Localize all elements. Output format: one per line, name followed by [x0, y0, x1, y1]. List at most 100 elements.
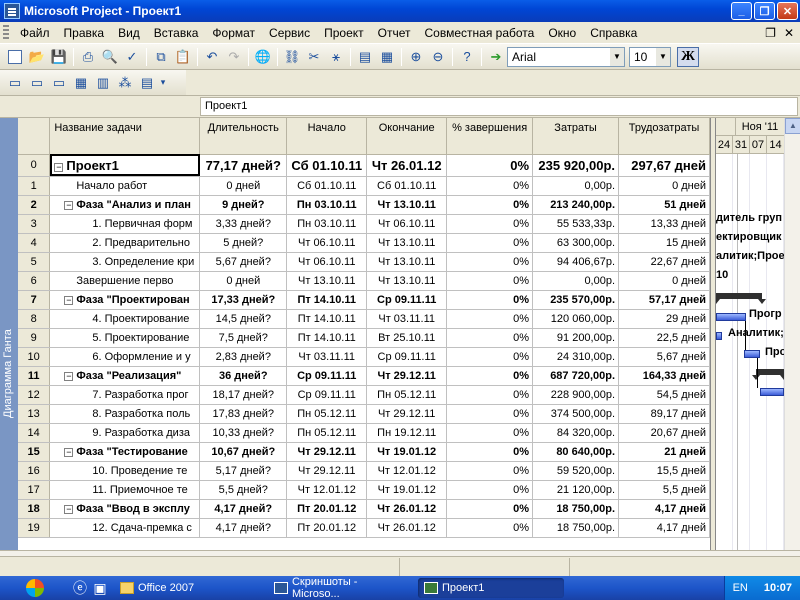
row-id-cell[interactable]: 0 [18, 154, 51, 177]
calendar-icon[interactable]: ▦ [70, 72, 92, 94]
start-cell[interactable]: Пт 20.01.12 [286, 499, 368, 519]
cost-cell[interactable]: 228 900,00р. [532, 385, 620, 405]
start-cell[interactable]: Чт 29.12.11 [286, 461, 368, 481]
work-cell[interactable]: 51 дней [618, 195, 710, 215]
restore-button[interactable]: ❐ [754, 2, 775, 20]
task-name-cell[interactable]: − Фаза "Проектирован [49, 290, 201, 310]
start-cell[interactable]: Пт 14.10.11 [286, 328, 368, 348]
zoom-in-icon[interactable]: ⊕ [405, 46, 427, 68]
row-id-cell[interactable]: 10 [18, 347, 51, 367]
duration-cell[interactable]: 2,83 дней? [199, 347, 288, 367]
duration-cell[interactable]: 4,17 дней? [199, 518, 288, 538]
task-name-cell[interactable]: 1. Первичная форм [49, 214, 201, 234]
work-cell[interactable]: 22,5 дней [618, 328, 710, 348]
collapse-toggle-icon[interactable]: − [54, 162, 64, 172]
start-cell[interactable]: Пн 05.12.11 [286, 404, 368, 424]
duration-cell[interactable]: 5,17 дней? [199, 461, 288, 481]
work-cell[interactable]: 164,33 дней [618, 366, 710, 386]
gantt-task-bar[interactable] [760, 388, 784, 396]
work-cell[interactable]: 20,67 дней [618, 423, 710, 443]
start-cell[interactable]: Ср 09.11.11 [286, 385, 368, 405]
duration-cell[interactable]: 36 дней? [199, 366, 288, 386]
collapse-toggle-icon[interactable]: − [64, 200, 74, 210]
cost-cell[interactable]: 0,00р. [532, 176, 620, 196]
cost-cell[interactable]: 63 300,00р. [532, 233, 620, 253]
task-name-cell[interactable]: − Фаза "Реализация" [49, 366, 201, 386]
zoom-out-icon[interactable]: ⊖ [427, 46, 449, 68]
table-row[interactable]: 7− Фаза "Проектирован 17,33 дней? Пт 14.10.… [18, 290, 710, 310]
split-task-icon[interactable]: ⚹ [325, 46, 347, 68]
table-row[interactable]: 19 12. Сдача-премка с 4,17 дней? Пт 20.01.1… [18, 518, 710, 538]
cost-cell[interactable]: 120 060,00р. [532, 309, 620, 329]
work-cell[interactable]: 4,17 дней [618, 518, 710, 538]
row-id-cell[interactable]: 13 [18, 404, 51, 424]
cost-cell[interactable]: 213 240,00р. [532, 195, 620, 215]
start-cell[interactable]: Чт 29.12.11 [286, 442, 368, 462]
row-id-cell[interactable]: 4 [18, 233, 51, 253]
finish-cell[interactable]: Вт 25.10.11 [366, 328, 448, 348]
menu-collaborate[interactable]: Совместная работа [418, 22, 542, 44]
work-cell[interactable]: 4,17 дней [618, 499, 710, 519]
duration-cell[interactable]: 9 дней? [199, 195, 288, 215]
table-row[interactable]: 5 3. Определение кри 5,67 дней? Чт 06.10.11… [18, 252, 710, 272]
work-cell[interactable]: 89,17 дней [618, 404, 710, 424]
row-id-cell[interactable]: 9 [18, 328, 51, 348]
finish-cell[interactable]: Чт 29.12.11 [366, 404, 448, 424]
select-all-cell[interactable] [18, 118, 51, 155]
row-id-cell[interactable]: 14 [18, 423, 51, 443]
task-name-cell[interactable]: − Фаза "Анализ и план [49, 195, 201, 215]
row-id-cell[interactable]: 11 [18, 366, 51, 386]
duration-cell[interactable]: 5,5 дней? [199, 480, 288, 500]
percent-cell[interactable]: 0% [446, 366, 534, 386]
task-name-cell[interactable]: 12. Сдача-премка с [49, 518, 201, 538]
row-id-cell[interactable]: 18 [18, 499, 51, 519]
finish-cell[interactable]: Чт 26.01.12 [366, 499, 448, 519]
network-icon[interactable]: ⁂ [114, 72, 136, 94]
duration-cell[interactable]: 14,5 дней? [199, 309, 288, 329]
view-icon-1[interactable]: ▭ [4, 72, 26, 94]
percent-cell[interactable]: 0% [446, 385, 534, 405]
table-row[interactable]: 1 Начало работ 0 дней Сб 01.10.11 Сб 01.10.1… [18, 176, 710, 196]
table-row[interactable]: 6 Завершение перво 0 дней Чт 13.10.11 Чт 13.… [18, 271, 710, 291]
cost-cell[interactable]: 55 533,33р. [532, 214, 620, 234]
work-cell[interactable]: 21 дней [618, 442, 710, 462]
language-indicator[interactable]: EN [733, 582, 748, 594]
cost-cell[interactable]: 24 310,00р. [532, 347, 620, 367]
menu-report[interactable]: Отчет [371, 22, 418, 44]
gantt-task-bar[interactable] [716, 332, 722, 340]
work-cell[interactable]: 5,67 дней [618, 347, 710, 367]
chevron-down-icon[interactable]: ▼ [656, 47, 670, 66]
open-icon[interactable]: 📂 [26, 46, 48, 68]
task-name-cell[interactable]: − Фаза "Тестирование [49, 442, 201, 462]
resource-icon[interactable]: ▥ [92, 72, 114, 94]
table-icon[interactable]: ▤ [136, 72, 158, 94]
finish-cell[interactable]: Чт 19.01.12 [366, 442, 448, 462]
start-cell[interactable]: Пн 03.10.11 [286, 214, 368, 234]
work-cell[interactable]: 57,17 дней [618, 290, 710, 310]
start-cell[interactable]: Ср 09.11.11 [286, 366, 368, 386]
doc-restore-icon[interactable]: ❐ [765, 26, 776, 40]
col-header-start[interactable]: Начало [286, 118, 368, 155]
menu-file[interactable]: Файл [13, 22, 57, 44]
duration-cell[interactable]: 10,33 дней? [199, 423, 288, 443]
help-icon[interactable]: ? [456, 46, 478, 68]
table-row[interactable]: 8 4. Проектирование 14,5 дней? Пт 14.10.11 Ч… [18, 309, 710, 329]
start-cell[interactable]: Чт 13.10.11 [286, 271, 368, 291]
task-info-icon[interactable]: ▤ [354, 46, 376, 68]
row-id-cell[interactable]: 16 [18, 461, 51, 481]
col-header-work[interactable]: Трудозатраты [618, 118, 710, 155]
spelling-icon[interactable]: ✓ [121, 46, 143, 68]
table-row[interactable]: 15− Фаза "Тестирование 10,67 дней? Чт 29.12… [18, 442, 710, 462]
finish-cell[interactable]: Чт 03.11.11 [366, 309, 448, 329]
cost-cell[interactable]: 94 406,67р. [532, 252, 620, 272]
percent-cell[interactable]: 0% [446, 271, 534, 291]
table-row[interactable]: 4 2. Предварительно 5 дней? Чт 06.10.11 Чт 1… [18, 233, 710, 253]
taskbar-item-folder[interactable]: Office 2007 [114, 578, 264, 598]
menu-help[interactable]: Справка [583, 22, 644, 44]
table-row[interactable]: 13 8. Разработка поль 17,83 дней? Пн 05.12.… [18, 404, 710, 424]
menu-insert[interactable]: Вставка [147, 22, 206, 44]
finish-cell[interactable]: Ср 09.11.11 [366, 290, 448, 310]
go-to-task-icon[interactable]: ➔ [485, 46, 507, 68]
work-cell[interactable]: 15 дней [618, 233, 710, 253]
start-cell[interactable]: Сб 01.10.11 [286, 154, 368, 177]
